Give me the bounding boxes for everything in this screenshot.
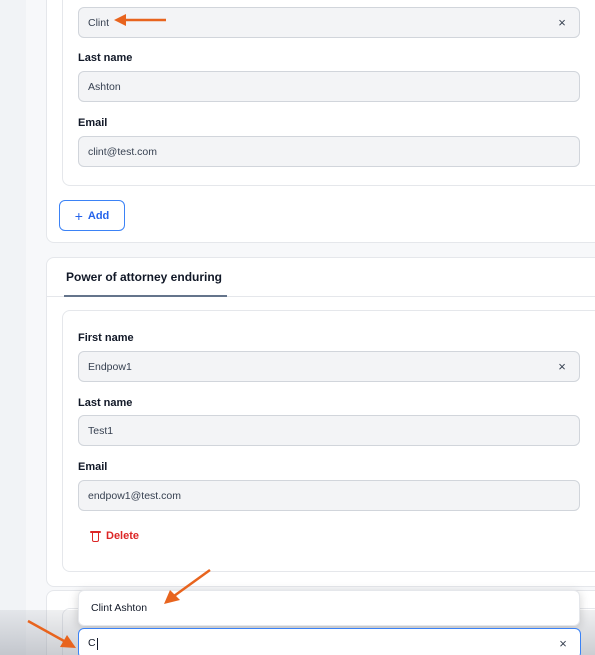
add-button-label: Add bbox=[87, 209, 110, 222]
first-name-field-2[interactable]: Endpow1 × bbox=[78, 351, 580, 382]
last-name-label: Last name bbox=[78, 397, 133, 409]
add-button[interactable]: + Add bbox=[59, 200, 125, 231]
delete-button-label: Delete bbox=[106, 530, 140, 542]
email-field-1[interactable]: clint@test.com bbox=[78, 136, 580, 167]
last-name-field-2[interactable]: Test1 bbox=[78, 415, 580, 446]
typed-value: C bbox=[88, 637, 98, 650]
trash-icon bbox=[90, 530, 101, 542]
plus-icon: + bbox=[74, 207, 83, 224]
first-name-value: Endpow1 bbox=[88, 360, 132, 373]
last-name-value: Ashton bbox=[88, 80, 121, 93]
section-title-underline bbox=[64, 295, 227, 297]
last-name-field-1[interactable]: Ashton bbox=[78, 71, 580, 102]
first-name-field-3[interactable]: C × bbox=[78, 628, 581, 655]
clear-icon[interactable]: × bbox=[551, 15, 573, 30]
clear-icon[interactable]: × bbox=[551, 359, 573, 374]
last-name-label: Last name bbox=[78, 52, 133, 64]
email-field-2[interactable]: endpow1@test.com bbox=[78, 480, 580, 511]
last-name-value: Test1 bbox=[88, 424, 114, 437]
delete-button[interactable]: Delete bbox=[90, 530, 140, 542]
clear-icon[interactable]: × bbox=[552, 636, 574, 651]
section-title: Power of attorney enduring bbox=[66, 270, 223, 284]
email-label: Email bbox=[78, 117, 108, 129]
text-caret bbox=[96, 637, 98, 650]
email-value: clint@test.com bbox=[88, 145, 158, 158]
first-name-value: Clint bbox=[88, 16, 110, 29]
suggestion-item[interactable]: Clint Ashton bbox=[91, 602, 147, 614]
left-rail bbox=[0, 0, 26, 655]
first-name-label: First name bbox=[78, 332, 134, 344]
email-label: Email bbox=[78, 461, 108, 473]
email-value: endpow1@test.com bbox=[88, 489, 181, 502]
autocomplete-dropdown: Clint Ashton bbox=[78, 590, 580, 626]
first-name-field-1[interactable]: Clint × bbox=[78, 7, 580, 38]
